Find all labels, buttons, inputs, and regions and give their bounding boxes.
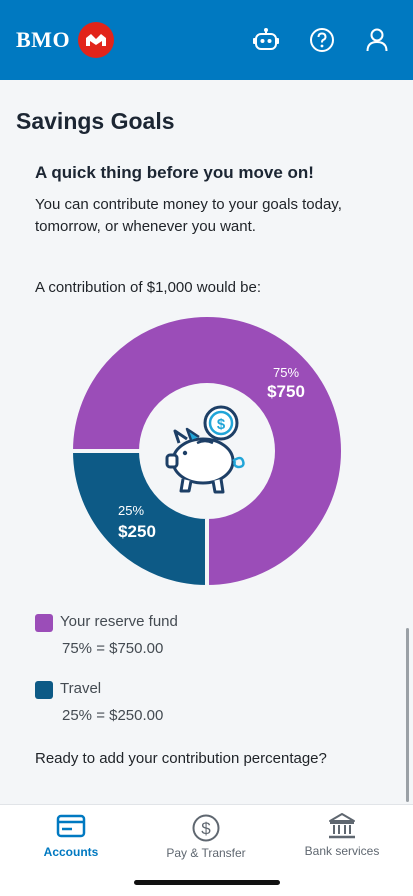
contribution-donut-chart: 75% $750 25% $250 $ <box>71 315 343 587</box>
tab-label-pay-transfer: Pay & Transfer <box>166 846 246 860</box>
slice-amount-label: $250 <box>118 522 156 541</box>
tab-bank-services[interactable]: Bank services <box>300 811 384 873</box>
legend-label-reserve-fund: Your reserve fund <box>60 613 178 630</box>
scrollbar[interactable] <box>406 628 409 802</box>
card-title: A quick thing before you move on! <box>35 163 314 182</box>
legend-label-travel: Travel <box>60 680 102 697</box>
brand-name: BMO <box>16 27 71 52</box>
dollar-circle-icon: $ <box>192 814 220 842</box>
contribution-text: A contribution of $1,000 would be: <box>35 279 261 296</box>
intro-text: You can contribute money to your goals t… <box>35 196 342 235</box>
svg-text:$: $ <box>201 819 211 838</box>
bank-icon <box>329 813 355 839</box>
bot-icon[interactable] <box>253 27 279 53</box>
legend-value-reserve-fund: 75% = $750.00 <box>62 640 164 657</box>
home-indicator <box>134 880 280 885</box>
tab-pay-transfer[interactable]: $ Pay & Transfer <box>160 813 252 875</box>
help-icon[interactable] <box>309 27 335 53</box>
svg-text:$: $ <box>217 416 226 433</box>
tab-label-bank-services: Bank services <box>304 844 380 858</box>
legend-swatch-travel <box>35 681 53 699</box>
slice-amount-label: $750 <box>267 382 305 401</box>
legend-swatch-reserve-fund <box>35 614 53 632</box>
slice-percent-label: 25% <box>118 503 144 518</box>
tab-label-accounts: Accounts <box>43 845 99 859</box>
slice-percent-label: 75% <box>273 365 299 380</box>
bmo-roundel-icon <box>78 22 115 58</box>
legend-value-travel: 25% = $250.00 <box>62 707 164 724</box>
ready-prompt: Ready to add your contribution percentag… <box>35 750 327 767</box>
card-icon <box>56 814 86 838</box>
app-header: BMO <box>0 0 413 80</box>
bmo-logo[interactable]: BMO <box>16 22 115 58</box>
piggy-bank-icon: $ <box>165 405 245 494</box>
profile-icon[interactable] <box>364 27 390 53</box>
page-title: Savings Goals <box>16 108 175 134</box>
tab-accounts[interactable]: Accounts <box>28 813 114 875</box>
